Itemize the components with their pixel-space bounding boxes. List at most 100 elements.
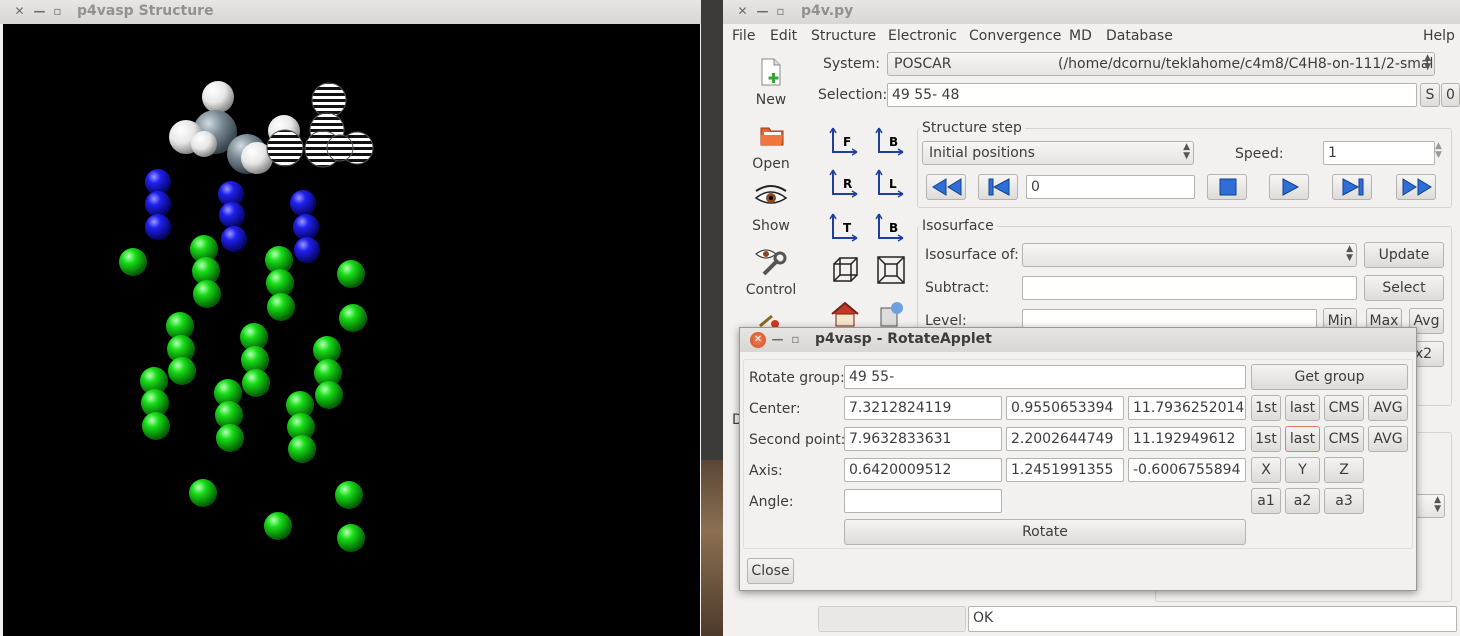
second-y-input[interactable]: 2.2002644749	[1006, 427, 1124, 451]
striped-atom[interactable]	[266, 129, 304, 167]
toolbar-show-button[interactable]: Show	[736, 184, 806, 236]
hydrogen-atom[interactable]	[191, 131, 217, 157]
second-cms-button[interactable]: CMS	[1324, 426, 1364, 452]
play-button[interactable]	[1269, 174, 1309, 200]
right-view-icon[interactable]: R	[829, 166, 861, 198]
structure-viewport[interactable]	[3, 24, 700, 636]
center-z-input[interactable]: 11.7936252014	[1128, 396, 1246, 420]
green-atom[interactable]	[193, 280, 221, 308]
blue-atom[interactable]	[290, 190, 316, 216]
toolbar-new-button[interactable]: New	[736, 58, 806, 110]
menu-help[interactable]: Help	[1423, 28, 1455, 44]
subtract-input[interactable]	[1022, 276, 1357, 300]
second-last-button[interactable]: last	[1285, 426, 1320, 452]
rotate-group-input[interactable]: 49 55-	[844, 365, 1246, 389]
stop-button[interactable]	[1207, 174, 1247, 200]
green-atom[interactable]	[142, 412, 170, 440]
speed-spinner[interactable]: 1	[1323, 141, 1435, 165]
axis-a1-button[interactable]: a1	[1251, 488, 1281, 514]
green-atom[interactable]	[119, 248, 147, 276]
axis-x-button[interactable]: X	[1251, 457, 1281, 483]
center-1st-button[interactable]: 1st	[1251, 395, 1281, 421]
selection-clear-button[interactable]: 0	[1441, 83, 1460, 107]
green-atom[interactable]	[267, 293, 295, 321]
blue-atom[interactable]	[221, 226, 247, 252]
atoms-canvas[interactable]	[3, 24, 700, 636]
green-atom[interactable]	[266, 269, 294, 297]
menu-electronic[interactable]: Electronic	[888, 28, 957, 44]
axis-x-input[interactable]: 0.6420009512	[844, 458, 1002, 482]
menu-file[interactable]: File	[732, 28, 755, 44]
green-atom[interactable]	[315, 381, 343, 409]
green-atom[interactable]	[337, 260, 365, 288]
center-last-button[interactable]: last	[1285, 395, 1320, 421]
green-atom[interactable]	[168, 357, 196, 385]
green-atom[interactable]	[264, 512, 292, 540]
green-atom[interactable]	[189, 479, 217, 507]
rewind-button[interactable]	[926, 174, 966, 200]
green-atom[interactable]	[337, 524, 365, 552]
axis-y-button[interactable]: Y	[1285, 457, 1320, 483]
striped-atom[interactable]	[311, 82, 347, 118]
menu-edit[interactable]: Edit	[770, 28, 797, 44]
step-input[interactable]: 0	[1026, 175, 1195, 199]
minimize-icon[interactable]: —	[755, 4, 770, 19]
left-view-icon[interactable]: L	[875, 166, 907, 198]
spin-arrows-icon[interactable]: ▲ ▼	[1435, 142, 1442, 160]
close-icon[interactable]: ✕	[12, 4, 27, 19]
green-atom[interactable]	[216, 424, 244, 452]
selection-s-button[interactable]: S	[1420, 83, 1440, 107]
maximize-icon[interactable]: ▫	[788, 332, 803, 347]
blue-atom[interactable]	[145, 191, 171, 217]
center-x-input[interactable]: 7.3212824119	[844, 396, 1002, 420]
orthographic-cube-icon[interactable]	[875, 254, 907, 286]
get-group-button[interactable]: Get group	[1251, 364, 1408, 390]
second-avg-button[interactable]: AVG	[1368, 426, 1408, 452]
axis-z-button[interactable]: Z	[1324, 457, 1364, 483]
toolbar-control-button[interactable]: Control	[736, 248, 806, 300]
update-button[interactable]: Update	[1364, 242, 1444, 268]
second-1st-button[interactable]: 1st	[1251, 426, 1281, 452]
top-view-icon[interactable]: T	[829, 210, 861, 242]
front-view-icon[interactable]: F	[829, 124, 861, 156]
angle-input[interactable]	[844, 489, 1002, 513]
axis-a2-button[interactable]: a2	[1285, 488, 1320, 514]
axis-z-input[interactable]: -0.6006755894	[1128, 458, 1246, 482]
striped-atom[interactable]	[326, 134, 354, 162]
back-view-icon[interactable]: B	[875, 124, 907, 156]
hydrogen-atom[interactable]	[202, 81, 234, 113]
second-z-input[interactable]: 11.192949612	[1128, 427, 1246, 451]
bottom-view-icon[interactable]: B	[875, 210, 907, 242]
green-atom[interactable]	[335, 481, 363, 509]
center-y-input[interactable]: 0.9550653394	[1006, 396, 1124, 420]
green-atom[interactable]	[288, 435, 316, 463]
selection-input[interactable]: 49 55- 48	[887, 83, 1417, 107]
center-cms-button[interactable]: CMS	[1324, 395, 1364, 421]
menu-database[interactable]: Database	[1106, 28, 1173, 44]
menu-md[interactable]: MD	[1069, 28, 1092, 44]
lower-select[interactable]: ▲ ▼	[1413, 494, 1445, 518]
blue-atom[interactable]	[293, 214, 319, 240]
close-button[interactable]: Close	[747, 558, 794, 584]
blue-atom[interactable]	[294, 237, 320, 263]
axis-a3-button[interactable]: a3	[1324, 488, 1364, 514]
blue-atom[interactable]	[219, 202, 245, 228]
close-icon[interactable]: ✕	[750, 332, 766, 348]
menu-structure[interactable]: Structure	[811, 28, 876, 44]
first-step-button[interactable]	[978, 174, 1018, 200]
axis-y-input[interactable]: 1.2451991355	[1006, 458, 1124, 482]
select-button[interactable]: Select	[1364, 275, 1444, 301]
last-step-button[interactable]	[1332, 174, 1372, 200]
minimize-icon[interactable]: —	[32, 4, 47, 19]
menu-convergence[interactable]: Convergence	[969, 28, 1061, 44]
isosurface-of-select[interactable]: ▲ ▼	[1022, 243, 1357, 267]
green-atom[interactable]	[242, 369, 270, 397]
perspective-cube-icon[interactable]	[829, 254, 861, 286]
blue-atom[interactable]	[145, 214, 171, 240]
fast-forward-button[interactable]	[1396, 174, 1436, 200]
step-mode-select[interactable]: Initial positions ▲ ▼	[922, 141, 1194, 165]
center-avg-button[interactable]: AVG	[1368, 395, 1408, 421]
green-atom[interactable]	[339, 304, 367, 332]
rotate-button[interactable]: Rotate	[844, 519, 1246, 545]
maximize-icon[interactable]: ▫	[773, 4, 788, 19]
